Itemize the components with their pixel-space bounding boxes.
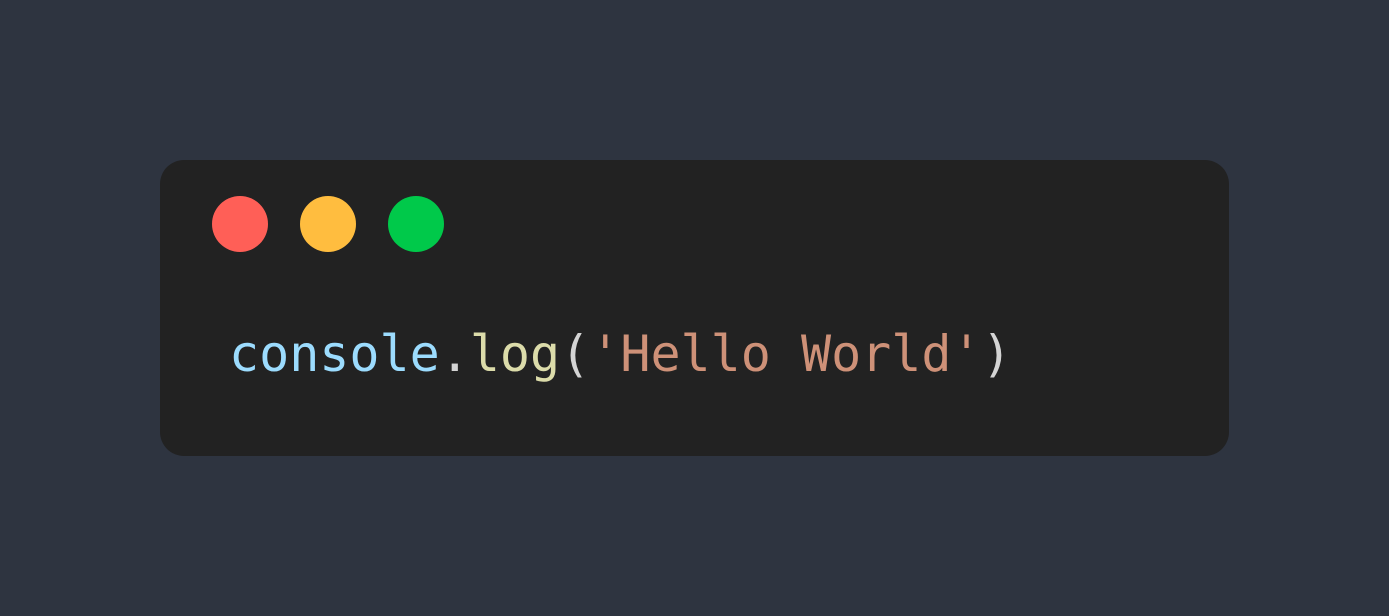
code-dot-token: . [439,325,470,383]
minimize-dot-icon[interactable] [300,196,356,252]
code-close-paren-token: ) [981,325,1012,383]
code-line: console.log('Hello World') [229,324,1012,384]
code-string-token: 'Hello World' [590,325,982,383]
code-method-token: log [469,325,561,383]
maximize-dot-icon[interactable] [388,196,444,252]
code-window: console.log('Hello World') [160,160,1229,456]
close-dot-icon[interactable] [212,196,268,252]
code-open-paren-token: ( [560,325,591,383]
code-object-token: console [229,325,440,383]
